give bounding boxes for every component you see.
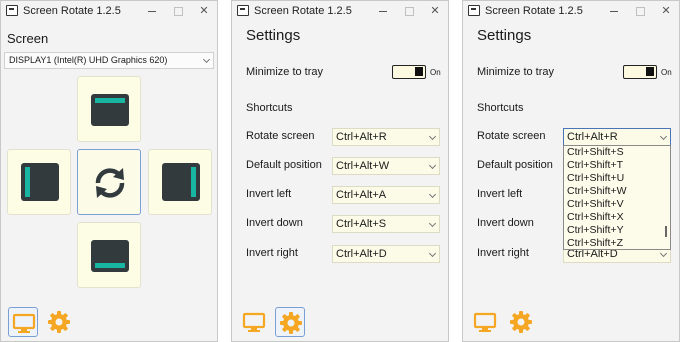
chevron-down-icon xyxy=(659,249,668,258)
app-icon xyxy=(468,5,480,16)
default-position-label: Default position xyxy=(246,159,322,171)
rotate-up-button[interactable] xyxy=(77,76,141,142)
rotate-screen-label: Rotate screen xyxy=(477,130,546,142)
shortcuts-heading: Shortcuts xyxy=(477,102,524,114)
chevron-down-icon xyxy=(428,249,437,258)
invert-down-label: Invert down xyxy=(477,217,534,229)
screen-view-button[interactable] xyxy=(8,307,38,337)
chevron-down-icon xyxy=(428,219,437,228)
dropdown-option[interactable]: Ctrl+Shift+V xyxy=(564,198,670,211)
chevron-down-icon xyxy=(202,55,211,64)
rotate-left-button[interactable] xyxy=(7,149,71,215)
maximize-button[interactable] xyxy=(165,2,191,20)
dropdown-option[interactable]: Ctrl+Shift+S xyxy=(564,146,670,159)
monitor-icon xyxy=(242,312,266,332)
settings-window-dropdown-open: Screen Rotate 1.2.5 ✕ Settings Minimize … xyxy=(462,0,680,342)
gear-icon xyxy=(510,311,532,333)
default-position-value: Ctrl+Alt+W xyxy=(336,160,390,172)
invert-left-select[interactable]: Ctrl+Alt+A xyxy=(332,186,440,204)
minimize-button[interactable] xyxy=(370,2,396,20)
minimize-button[interactable] xyxy=(601,2,627,20)
rotate-screen-value: Ctrl+Alt+R xyxy=(336,131,387,143)
rotate-screen-select[interactable]: Ctrl+Alt+R xyxy=(563,128,671,146)
dropdown-option[interactable]: Ctrl+Shift+T xyxy=(564,159,670,172)
monitor-right-icon xyxy=(162,163,200,201)
invert-right-label: Invert right xyxy=(246,247,298,259)
chevron-down-icon xyxy=(659,132,668,141)
minimize-to-tray-toggle[interactable] xyxy=(392,65,426,79)
maximize-button[interactable] xyxy=(627,2,653,20)
rotate-down-button[interactable] xyxy=(77,222,141,288)
rotate-right-button[interactable] xyxy=(148,149,212,215)
minimize-button[interactable] xyxy=(139,2,165,20)
settings-window: Screen Rotate 1.2.5 ✕ Settings Minimize … xyxy=(231,0,449,342)
invert-right-value: Ctrl+Alt+D xyxy=(336,248,387,260)
gear-icon xyxy=(48,311,70,333)
display-select[interactable]: DISPLAY1 (Intel(R) UHD Graphics 620) xyxy=(4,52,214,69)
invert-down-select[interactable]: Ctrl+Alt+S xyxy=(332,215,440,233)
invert-down-value: Ctrl+Alt+S xyxy=(336,218,387,230)
invert-left-label: Invert left xyxy=(477,188,523,200)
dropdown-scrollbar[interactable] xyxy=(665,226,667,237)
title-bar: Screen Rotate 1.2.5 ✕ xyxy=(232,1,448,21)
invert-left-label: Invert left xyxy=(246,188,292,200)
maximize-button[interactable] xyxy=(396,2,422,20)
chevron-down-icon xyxy=(428,190,437,199)
title-bar: Screen Rotate 1.2.5 ✕ xyxy=(1,1,217,21)
shortcut-dropdown-list: Ctrl+Shift+S Ctrl+Shift+T Ctrl+Shift+U C… xyxy=(563,145,671,250)
monitor-icon xyxy=(473,312,497,332)
minimize-to-tray-toggle[interactable] xyxy=(623,65,657,79)
close-button[interactable]: ✕ xyxy=(191,2,217,20)
invert-left-value: Ctrl+Alt+A xyxy=(336,189,387,201)
close-button[interactable]: ✕ xyxy=(653,2,679,20)
dropdown-option[interactable]: Ctrl+Shift+U xyxy=(564,172,670,185)
rotate-screen-value: Ctrl+Alt+R xyxy=(567,131,618,143)
invert-down-label: Invert down xyxy=(246,217,303,229)
minimize-to-tray-label: Minimize to tray xyxy=(477,66,555,78)
settings-view-button[interactable] xyxy=(275,307,305,337)
monitor-top-icon xyxy=(91,94,129,126)
default-position-label: Default position xyxy=(477,159,553,171)
invert-right-label: Invert right xyxy=(477,247,529,259)
default-position-select[interactable]: Ctrl+Alt+W xyxy=(332,157,440,175)
minimize-to-tray-label: Minimize to tray xyxy=(246,66,324,78)
dropdown-option[interactable]: Ctrl+Shift+Y xyxy=(564,224,670,237)
dropdown-option[interactable]: Ctrl+Shift+X xyxy=(564,211,670,224)
close-button[interactable]: ✕ xyxy=(422,2,448,20)
invert-right-select[interactable]: Ctrl+Alt+D xyxy=(332,245,440,263)
screen-view-button[interactable] xyxy=(239,307,269,337)
rotate-screen-label: Rotate screen xyxy=(246,130,315,142)
dropdown-option[interactable]: Ctrl+Shift+W xyxy=(564,185,670,198)
monitor-bottom-icon xyxy=(91,240,129,272)
window-title: Screen Rotate 1.2.5 xyxy=(23,5,121,17)
settings-view-button[interactable] xyxy=(506,307,536,337)
app-icon xyxy=(237,5,249,16)
chevron-down-icon xyxy=(428,132,437,141)
toggle-state-label: On xyxy=(430,68,441,77)
screen-label: Screen xyxy=(7,31,49,46)
monitor-left-icon xyxy=(21,163,59,201)
shortcuts-heading: Shortcuts xyxy=(246,102,293,114)
screen-view-button[interactable] xyxy=(470,307,500,337)
title-bar: Screen Rotate 1.2.5 ✕ xyxy=(463,1,679,21)
rotate-cycle-button[interactable] xyxy=(77,149,141,215)
window-title: Screen Rotate 1.2.5 xyxy=(254,5,352,17)
gear-icon xyxy=(280,312,302,334)
settings-heading: Settings xyxy=(477,27,532,44)
window-title: Screen Rotate 1.2.5 xyxy=(485,5,583,17)
display-select-value: DISPLAY1 (Intel(R) UHD Graphics 620) xyxy=(9,55,168,65)
main-window: Screen Rotate 1.2.5 ✕ Screen DISPLAY1 (I… xyxy=(0,0,218,342)
settings-heading: Settings xyxy=(246,27,301,44)
sync-icon xyxy=(95,168,125,198)
rotate-screen-select[interactable]: Ctrl+Alt+R xyxy=(332,128,440,146)
settings-view-button[interactable] xyxy=(44,307,74,337)
monitor-icon xyxy=(12,313,36,333)
toggle-state-label: On xyxy=(661,68,672,77)
chevron-down-icon xyxy=(428,161,437,170)
dropdown-option[interactable]: Ctrl+Shift+Z xyxy=(564,237,670,250)
app-icon xyxy=(6,5,18,16)
